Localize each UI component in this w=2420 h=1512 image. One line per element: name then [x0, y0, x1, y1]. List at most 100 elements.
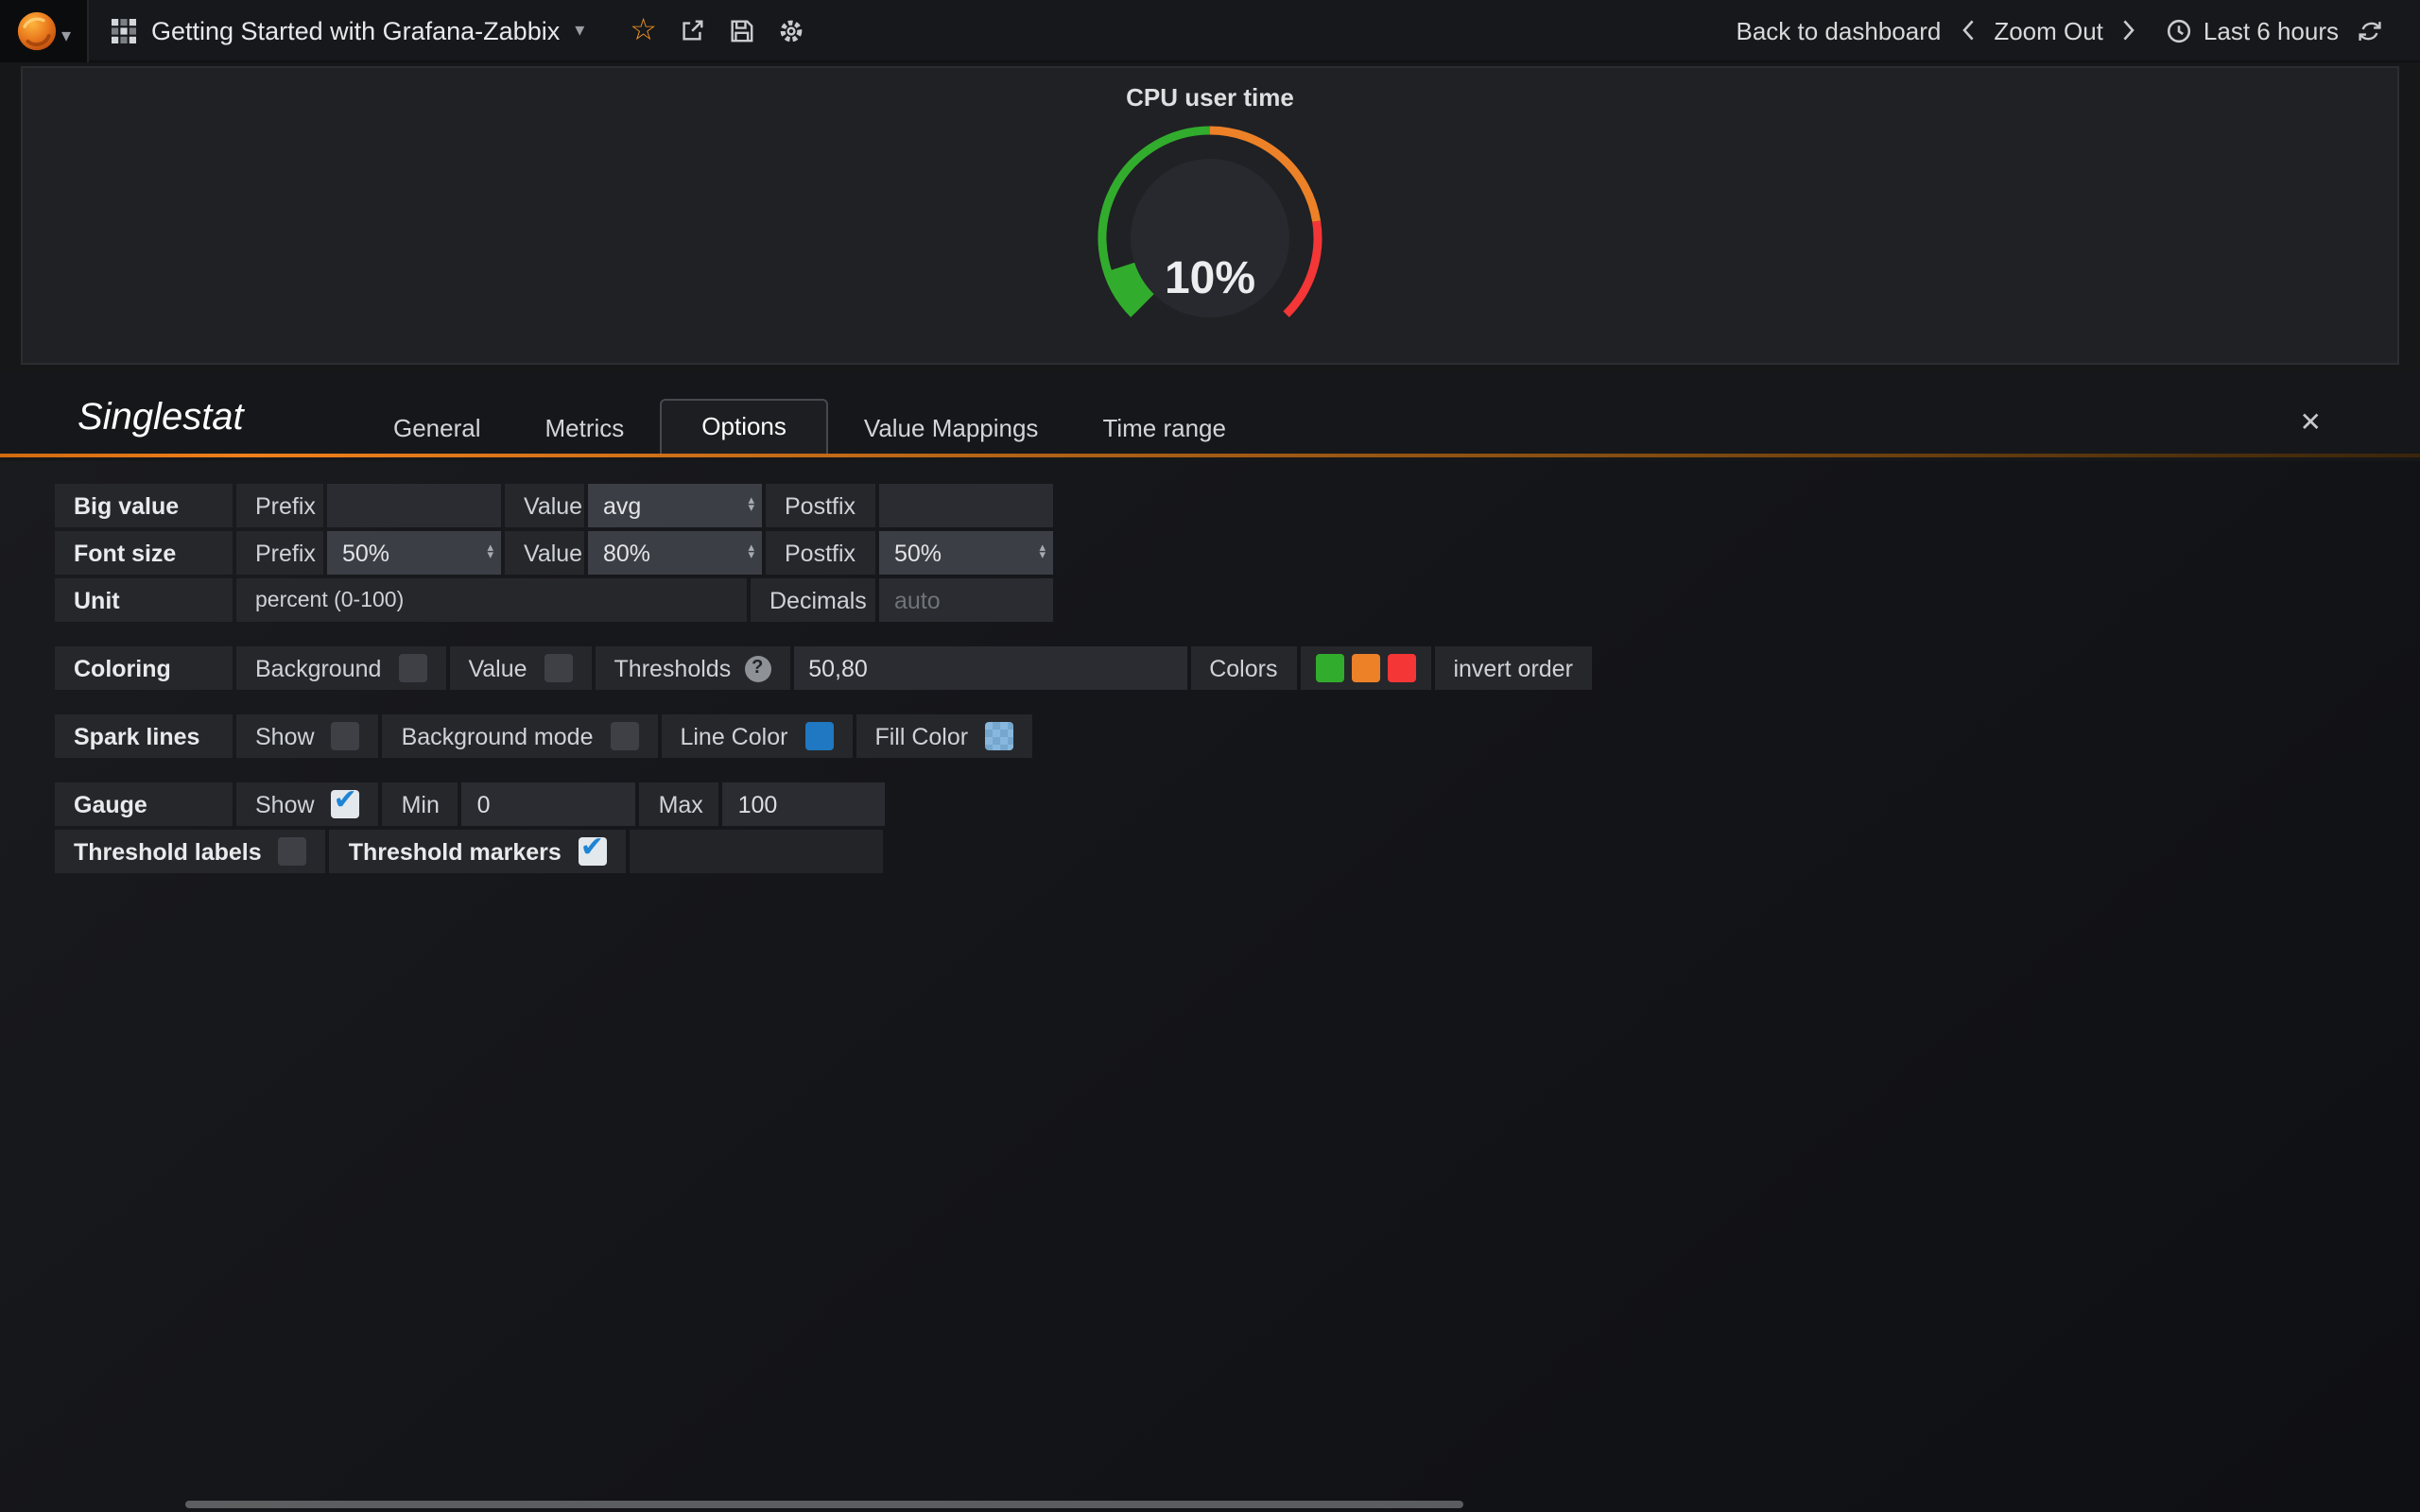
coloring-background-checkbox[interactable]: [398, 654, 426, 682]
threshold-labels-checkbox[interactable]: [279, 837, 307, 866]
threshold-options-row: Threshold labels Threshold markers: [55, 830, 2420, 873]
star-button[interactable]: ☆: [630, 18, 657, 43]
save-button[interactable]: [729, 17, 755, 43]
coloring-background-option: Background: [236, 646, 445, 690]
line-color-option: Line Color: [661, 714, 852, 758]
unit-row: Unit percent (0-100) Decimals: [55, 578, 2420, 622]
zoom-out-button[interactable]: Zoom Out: [1994, 16, 2103, 44]
thresholds-label-cell: Thresholds ?: [596, 646, 790, 690]
time-shift-forward-button[interactable]: [2122, 19, 2137, 42]
gauge-max-input[interactable]: [723, 782, 886, 826]
select-value: 80%: [603, 540, 650, 566]
back-to-dashboard-link[interactable]: Back to dashboard: [1737, 16, 1942, 44]
gear-icon: [778, 16, 806, 44]
settings-button[interactable]: [778, 16, 806, 44]
share-button[interactable]: [680, 17, 706, 43]
select-value: 50%: [894, 540, 942, 566]
tab-time-range[interactable]: Time range: [1074, 404, 1254, 457]
sparkline-show-checkbox[interactable]: [332, 722, 360, 750]
threshold-markers-label: Threshold markers: [349, 838, 562, 865]
decimals-input[interactable]: [879, 578, 1053, 622]
horizontal-scrollbar[interactable]: [185, 1501, 1463, 1508]
threshold-color-swatch-red[interactable]: [1387, 654, 1415, 682]
font-size-postfix-label: Postfix: [766, 531, 875, 575]
coloring-row: Coloring Background Value Thresholds ? C…: [55, 646, 2420, 690]
time-range-picker[interactable]: Last 6 hours: [2168, 16, 2339, 44]
options-form: Big value Prefix Value avg ▴▾ Postfix Fo…: [0, 461, 2420, 1512]
big-value-postfix-label: Postfix: [766, 484, 875, 527]
panel-editor: Singlestat General Metrics Options Value…: [0, 372, 2420, 1512]
panel-title[interactable]: CPU user time: [23, 68, 2397, 112]
big-value-label: Big value: [55, 484, 233, 527]
save-icon: [729, 17, 755, 43]
font-size-value-select[interactable]: 80% ▴▾: [588, 531, 762, 575]
refresh-button[interactable]: [2358, 18, 2382, 43]
thresholds-input[interactable]: [793, 646, 1186, 690]
threshold-labels-label: Threshold labels: [74, 838, 262, 865]
sparkline-background-mode-label: Background mode: [402, 723, 594, 749]
font-size-row: Font size Prefix 50% ▴▾ Value 80% ▴▾ Pos…: [55, 531, 2420, 575]
fill-color-swatch[interactable]: [985, 722, 1013, 750]
clock-icon: [2168, 18, 2192, 43]
font-size-label: Font size: [55, 531, 233, 575]
threshold-markers-checkbox[interactable]: [579, 837, 607, 866]
font-size-postfix-select[interactable]: 50% ▴▾: [879, 531, 1053, 575]
spinner-arrows-icon: ▴▾: [487, 544, 493, 561]
caret-down-icon: ▾: [61, 26, 71, 47]
sparkline-background-mode-checkbox[interactable]: [610, 722, 638, 750]
tab-value-mappings[interactable]: Value Mappings: [836, 404, 1067, 457]
line-color-swatch[interactable]: [804, 722, 833, 750]
gauge-value-text: 10%: [1165, 253, 1255, 303]
big-value-row: Big value Prefix Value avg ▴▾ Postfix: [55, 484, 2420, 527]
spark-lines-row: Spark lines Show Background mode Line Co…: [55, 714, 2420, 758]
editor-tabs: General Metrics Options Value Mappings T…: [365, 399, 1254, 457]
coloring-value-label: Value: [468, 655, 527, 681]
singlestat-panel: CPU user time 10%: [21, 66, 2399, 365]
main-menu-button[interactable]: ▾: [0, 0, 89, 61]
spinner-arrows-icon: ▴▾: [748, 497, 754, 514]
sparkline-show-option: Show: [236, 714, 379, 758]
dashboard-title: Getting Started with Grafana-Zabbix: [151, 16, 560, 44]
panel-type-title: Singlestat: [78, 397, 365, 457]
invert-order-button[interactable]: invert order: [1434, 646, 1591, 690]
decimals-label: Decimals: [751, 578, 875, 622]
threshold-color-swatch-green[interactable]: [1315, 654, 1343, 682]
tab-general[interactable]: General: [365, 404, 510, 457]
big-value-postfix-input[interactable]: [879, 484, 1053, 527]
thresholds-label: Thresholds: [614, 655, 732, 681]
select-value: 50%: [342, 540, 389, 566]
coloring-value-checkbox[interactable]: [544, 654, 573, 682]
big-value-prefix-input[interactable]: [327, 484, 501, 527]
chevron-left-icon: [1960, 19, 1975, 42]
threshold-color-swatch-orange[interactable]: [1351, 654, 1379, 682]
font-size-prefix-select[interactable]: 50% ▴▾: [327, 531, 501, 575]
colors-label: Colors: [1190, 646, 1296, 690]
gauge-show-label: Show: [255, 791, 315, 817]
fill-color-label: Fill Color: [874, 723, 968, 749]
gauge-threshold-arc-red: [1287, 221, 1318, 314]
tab-metrics[interactable]: Metrics: [517, 404, 653, 457]
chevron-right-icon: [2122, 19, 2137, 42]
editor-tab-bar: Singlestat General Metrics Options Value…: [0, 372, 2420, 457]
gauge-show-checkbox[interactable]: [332, 790, 360, 818]
thresholds-help-icon[interactable]: ?: [744, 655, 770, 681]
gauge-row: Gauge Show Min Max: [55, 782, 2420, 826]
dashboard-picker[interactable]: Getting Started with Grafana-Zabbix ▾: [89, 0, 607, 61]
gauge-min-label: Min: [383, 782, 458, 826]
time-range-label: Last 6 hours: [2204, 16, 2339, 44]
threshold-labels-option: Threshold labels: [55, 830, 326, 873]
time-shift-back-button[interactable]: [1960, 19, 1975, 42]
gauge-min-input[interactable]: [462, 782, 636, 826]
unit-select-button[interactable]: percent (0-100): [236, 578, 747, 622]
close-editor-button[interactable]: ✕: [2300, 406, 2322, 457]
tab-options[interactable]: Options: [660, 399, 828, 457]
big-value-function-select[interactable]: avg ▴▾: [588, 484, 762, 527]
spark-lines-label: Spark lines: [55, 714, 233, 758]
gauge-max-label: Max: [640, 782, 719, 826]
navbar-right: Back to dashboard Zoom Out Last 6 hours: [1737, 16, 2420, 44]
share-icon: [680, 17, 706, 43]
sparkline-background-mode-option: Background mode: [383, 714, 658, 758]
grafana-app: ▾ Getting Started with Grafana-Zabbix ▾ …: [0, 0, 2420, 1512]
dashboard-actions: ☆: [630, 16, 806, 44]
sparkline-show-label: Show: [255, 723, 315, 749]
